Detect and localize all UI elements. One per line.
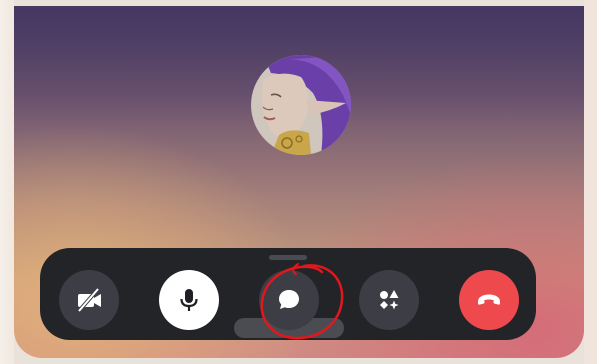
hang-up-icon <box>478 294 500 305</box>
activities-icon <box>380 290 399 310</box>
camera-toggle-button[interactable] <box>59 270 119 330</box>
activities-button[interactable] <box>359 270 419 330</box>
end-call-button[interactable] <box>459 270 519 330</box>
chat-bubble-icon <box>279 290 299 309</box>
call-control-bar <box>40 248 536 340</box>
elf-portrait-avatar-icon <box>251 55 351 155</box>
microphone-icon <box>180 289 198 311</box>
drag-handle[interactable] <box>269 255 307 260</box>
microphone-button[interactable] <box>159 270 219 330</box>
chat-button[interactable] <box>259 270 319 330</box>
participant-avatar[interactable] <box>251 55 351 155</box>
video-off-icon <box>77 287 101 313</box>
